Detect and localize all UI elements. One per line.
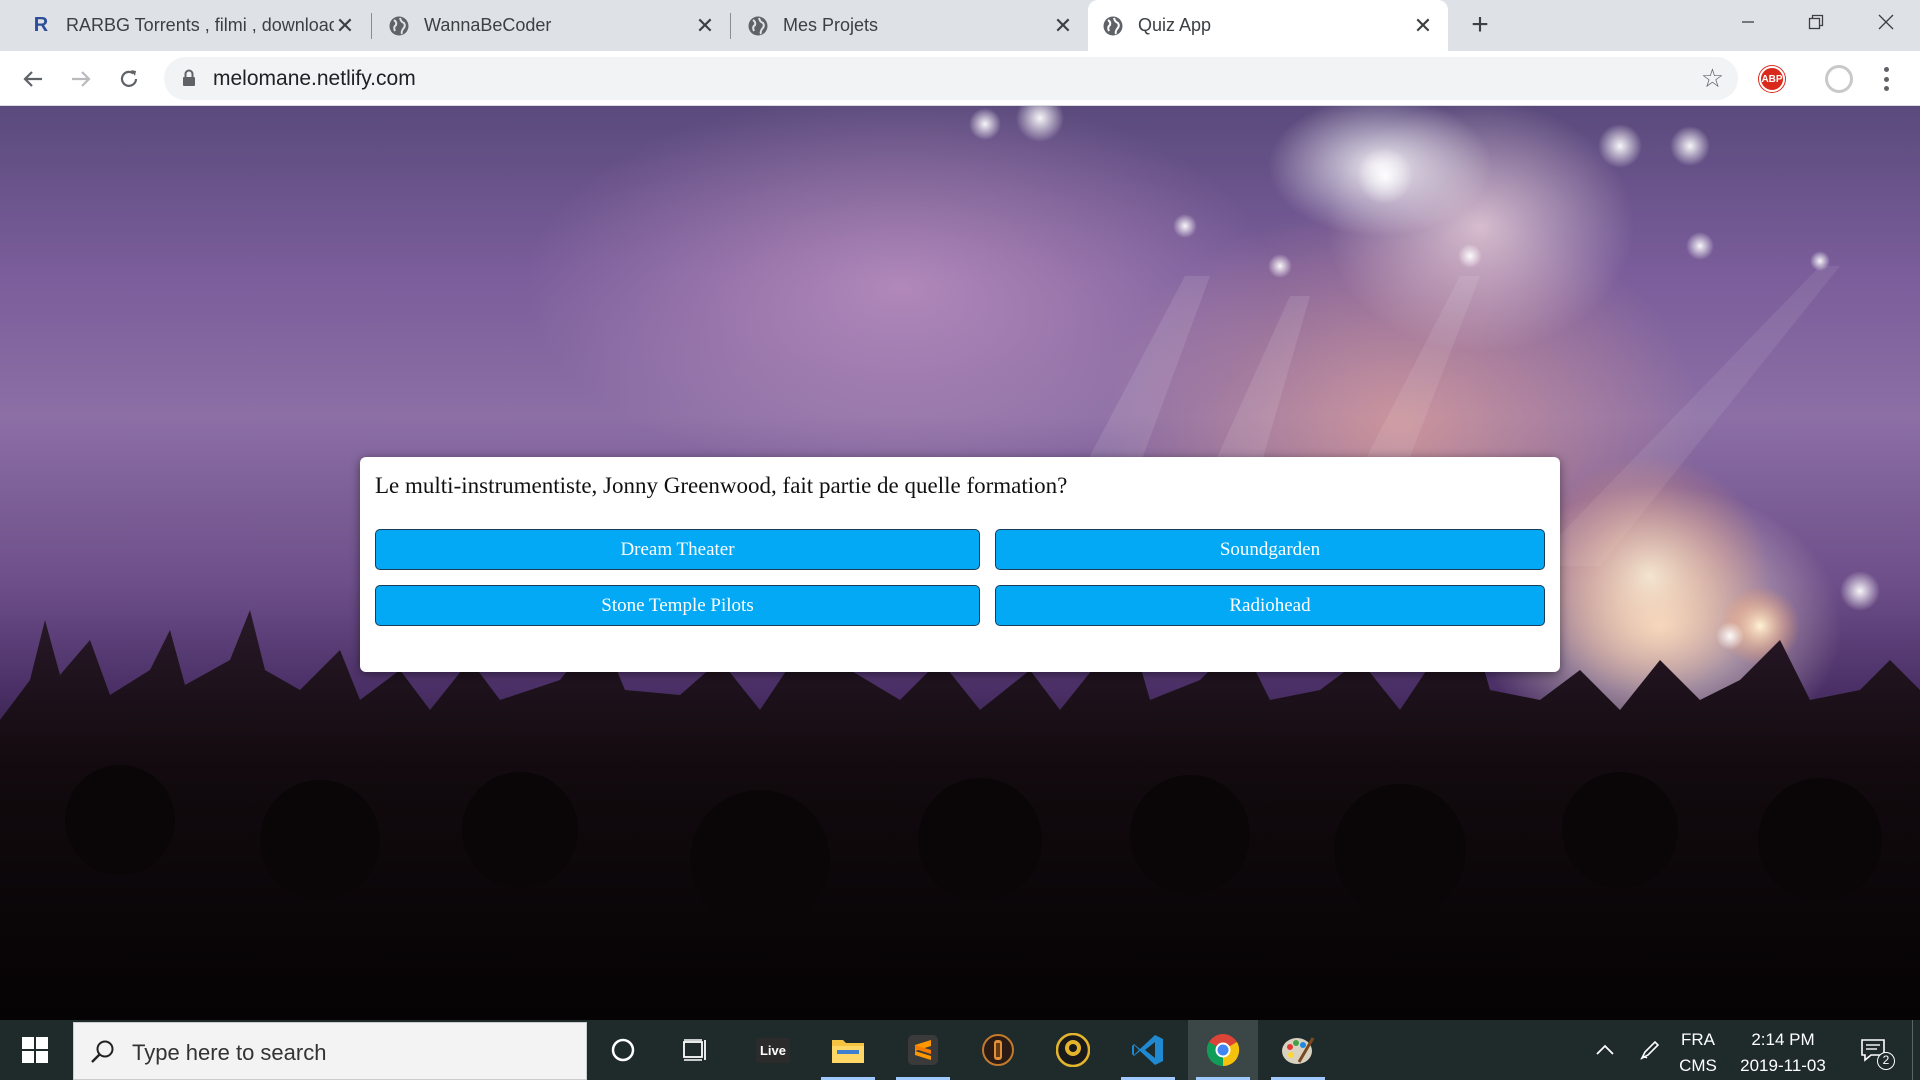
- tab-divider: [371, 13, 372, 39]
- tab-wannabecoder[interactable]: WannaBeCoder ✕: [374, 0, 730, 51]
- language-code: FRA: [1681, 1030, 1715, 1049]
- clock[interactable]: 2:14 PM 2019-11-03: [1728, 1027, 1838, 1079]
- back-button[interactable]: [16, 62, 50, 96]
- cortana-button[interactable]: [588, 1020, 658, 1080]
- pen-icon: [1640, 1040, 1660, 1060]
- chrome-icon: [1206, 1034, 1240, 1067]
- close-icon[interactable]: ✕: [334, 14, 356, 37]
- reload-icon: [120, 70, 138, 87]
- url-text: melomane.netlify.com: [213, 67, 416, 90]
- cortana-circle-icon: [611, 1038, 635, 1062]
- menu-dot: [1883, 86, 1889, 91]
- tab-title: Quiz App: [1138, 15, 1212, 35]
- menu-dot: [1883, 76, 1889, 82]
- vscode-icon: [1132, 1035, 1163, 1065]
- close-window-button[interactable]: [1858, 0, 1914, 44]
- close-icon: [1878, 14, 1894, 30]
- answer-button-stone-temple-pilots[interactable]: Stone Temple Pilots: [375, 585, 980, 626]
- sublime-text-button[interactable]: [888, 1020, 958, 1080]
- quiz-question: Le multi-instrumentiste, Jonny Greenwood…: [375, 473, 1068, 498]
- bottle-app-icon: [982, 1034, 1014, 1066]
- file-explorer-button[interactable]: [813, 1020, 883, 1080]
- app-button-bottle[interactable]: [963, 1020, 1033, 1080]
- close-icon[interactable]: ✕: [694, 14, 716, 37]
- tab-mes-projets[interactable]: Mes Projets ✕: [733, 0, 1088, 51]
- emblem-app-icon: [1056, 1033, 1090, 1067]
- tab-title: Mes Projets: [783, 15, 879, 35]
- tray-overflow-button[interactable]: [1585, 1020, 1625, 1080]
- vscode-button[interactable]: [1113, 1020, 1183, 1080]
- task-view-icon: [683, 1039, 706, 1061]
- tab-rarbg[interactable]: R RARBG Torrents , filmi , download ✕: [16, 0, 370, 51]
- globe-icon: [388, 15, 410, 37]
- forward-button[interactable]: [64, 62, 98, 96]
- answer-button-soundgarden[interactable]: Soundgarden: [995, 529, 1545, 570]
- windows-logo-icon: [22, 1037, 48, 1063]
- answer-button-dream-theater[interactable]: Dream Theater: [375, 529, 980, 570]
- tab-title: RARBG Torrents , filmi , download: [66, 15, 334, 35]
- paint-palette-icon: [1282, 1037, 1315, 1064]
- page-background: Le multi-instrumentiste, Jonny Greenwood…: [0, 106, 1920, 1020]
- windows-taskbar: Type here to search Live FRA CMS 2:14 PM…: [0, 1020, 1920, 1080]
- notification-count-badge: 2: [1877, 1052, 1895, 1070]
- adblock-plus-icon[interactable]: ABP: [1759, 66, 1785, 92]
- tab-divider: [730, 13, 731, 39]
- live-app-icon: Live: [755, 1037, 790, 1063]
- taskbar-search[interactable]: Type here to search: [73, 1022, 587, 1080]
- clock-time: 2:14 PM: [1751, 1030, 1815, 1049]
- back-arrow-icon: [23, 71, 42, 87]
- globe-icon: [1102, 15, 1124, 37]
- sublime-text-icon: [908, 1035, 938, 1065]
- close-icon[interactable]: ✕: [1052, 14, 1074, 37]
- show-desktop-button[interactable]: [1912, 1020, 1920, 1080]
- address-bar[interactable]: melomane.netlify.com ☆: [164, 57, 1738, 100]
- minimize-button[interactable]: [1720, 0, 1776, 44]
- browser-toolbar: melomane.netlify.com ☆ ABP: [0, 51, 1920, 106]
- chevron-up-icon: [1596, 1044, 1614, 1055]
- new-tab-button[interactable]: +: [1466, 10, 1494, 40]
- globe-icon: [747, 15, 769, 37]
- rarbg-r-icon: R: [33, 14, 49, 36]
- keyboard-layout: CMS: [1679, 1056, 1717, 1075]
- action-center-button[interactable]: 2: [1848, 1020, 1898, 1080]
- quiz-card: Le multi-instrumentiste, Jonny Greenwood…: [360, 457, 1560, 672]
- live-app-button[interactable]: Live: [738, 1020, 808, 1080]
- minimize-icon: [1742, 21, 1754, 23]
- tab-quiz-app[interactable]: Quiz App ✕: [1088, 0, 1448, 51]
- profile-avatar[interactable]: [1825, 65, 1853, 93]
- restore-icon: [1808, 14, 1824, 30]
- restore-button[interactable]: [1788, 0, 1844, 44]
- answer-button-radiohead[interactable]: Radiohead: [995, 585, 1545, 626]
- browser-menu-button[interactable]: [1876, 63, 1896, 95]
- close-icon[interactable]: ✕: [1412, 14, 1434, 37]
- clock-date: 2019-11-03: [1740, 1056, 1826, 1075]
- folder-icon: [832, 1040, 864, 1063]
- paint-button[interactable]: [1263, 1020, 1333, 1080]
- app-button-emblem[interactable]: [1038, 1020, 1108, 1080]
- lock-icon: [182, 69, 196, 92]
- start-button[interactable]: [0, 1020, 70, 1080]
- menu-dot: [1883, 67, 1889, 72]
- task-view-button[interactable]: [660, 1020, 730, 1080]
- tab-strip: R RARBG Torrents , filmi , download ✕ Wa…: [0, 0, 1920, 51]
- pen-workspace-button[interactable]: [1630, 1020, 1670, 1080]
- input-language[interactable]: FRA CMS: [1678, 1027, 1718, 1079]
- search-placeholder: Type here to search: [132, 1040, 327, 1065]
- forward-arrow-icon: [72, 71, 91, 87]
- search-icon: [90, 1039, 116, 1070]
- tab-title: WannaBeCoder: [424, 15, 552, 35]
- reload-button[interactable]: [112, 62, 146, 96]
- bookmark-star-icon[interactable]: ☆: [1701, 65, 1724, 91]
- chrome-button[interactable]: [1188, 1020, 1258, 1080]
